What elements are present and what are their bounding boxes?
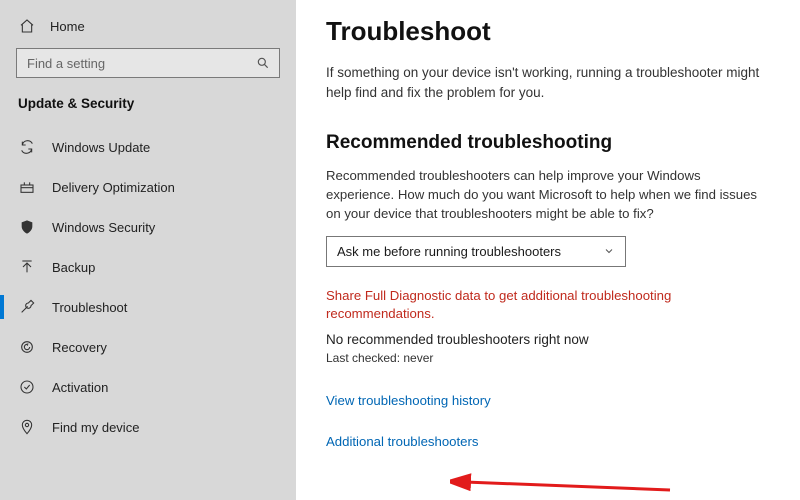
search-input[interactable] bbox=[17, 49, 279, 77]
home-icon bbox=[18, 18, 36, 34]
category-header: Update & Security bbox=[0, 92, 296, 127]
settings-window: Home Update & Security bbox=[0, 0, 800, 500]
sidebar-item-label: Activation bbox=[52, 380, 108, 395]
sidebar-item-delivery-optimization[interactable]: Delivery Optimization bbox=[0, 167, 296, 207]
home-button[interactable]: Home bbox=[0, 12, 296, 44]
section-title: Recommended troubleshooting bbox=[326, 132, 770, 154]
sidebar-item-label: Delivery Optimization bbox=[52, 180, 175, 195]
backup-icon bbox=[18, 259, 36, 275]
sidebar-item-label: Recovery bbox=[52, 340, 107, 355]
search-container bbox=[0, 44, 296, 92]
delivery-icon bbox=[18, 179, 36, 195]
sidebar-item-label: Find my device bbox=[52, 420, 139, 435]
shield-icon bbox=[18, 219, 36, 235]
diagnostic-data-link[interactable]: Share Full Diagnostic data to get additi… bbox=[326, 287, 770, 324]
last-checked-text: Last checked: never bbox=[326, 351, 770, 365]
recovery-icon bbox=[18, 339, 36, 355]
home-label: Home bbox=[50, 19, 85, 34]
sync-icon bbox=[18, 139, 36, 155]
view-history-link[interactable]: View troubleshooting history bbox=[326, 393, 770, 408]
sidebar-item-activation[interactable]: Activation bbox=[0, 367, 296, 407]
sidebar-item-label: Troubleshoot bbox=[52, 300, 127, 315]
sidebar-item-label: Backup bbox=[52, 260, 95, 275]
sidebar-item-label: Windows Update bbox=[52, 140, 150, 155]
main-content: Troubleshoot If something on your device… bbox=[296, 0, 800, 500]
troubleshoot-preference-dropdown[interactable]: Ask me before running troubleshooters bbox=[326, 236, 626, 267]
intro-text: If something on your device isn't workin… bbox=[326, 63, 770, 102]
check-circle-icon bbox=[18, 379, 36, 395]
location-icon bbox=[18, 419, 36, 435]
page-title: Troubleshoot bbox=[326, 16, 770, 47]
sidebar-item-recovery[interactable]: Recovery bbox=[0, 327, 296, 367]
additional-troubleshooters-link[interactable]: Additional troubleshooters bbox=[326, 434, 770, 449]
sidebar-nav: Windows Update Delivery Optimization Win… bbox=[0, 127, 296, 447]
wrench-icon bbox=[18, 299, 36, 315]
section-description: Recommended troubleshooters can help imp… bbox=[326, 166, 770, 223]
sidebar-item-troubleshoot[interactable]: Troubleshoot bbox=[0, 287, 296, 327]
sidebar-item-backup[interactable]: Backup bbox=[0, 247, 296, 287]
dropdown-value: Ask me before running troubleshooters bbox=[337, 244, 561, 259]
search-box[interactable] bbox=[16, 48, 280, 78]
search-icon bbox=[256, 56, 270, 70]
sidebar-item-label: Windows Security bbox=[52, 220, 155, 235]
chevron-down-icon bbox=[603, 245, 615, 257]
sidebar: Home Update & Security bbox=[0, 0, 296, 500]
sidebar-item-windows-security[interactable]: Windows Security bbox=[0, 207, 296, 247]
sidebar-item-windows-update[interactable]: Windows Update bbox=[0, 127, 296, 167]
sidebar-item-find-my-device[interactable]: Find my device bbox=[0, 407, 296, 447]
no-recommended-text: No recommended troubleshooters right now bbox=[326, 332, 770, 347]
